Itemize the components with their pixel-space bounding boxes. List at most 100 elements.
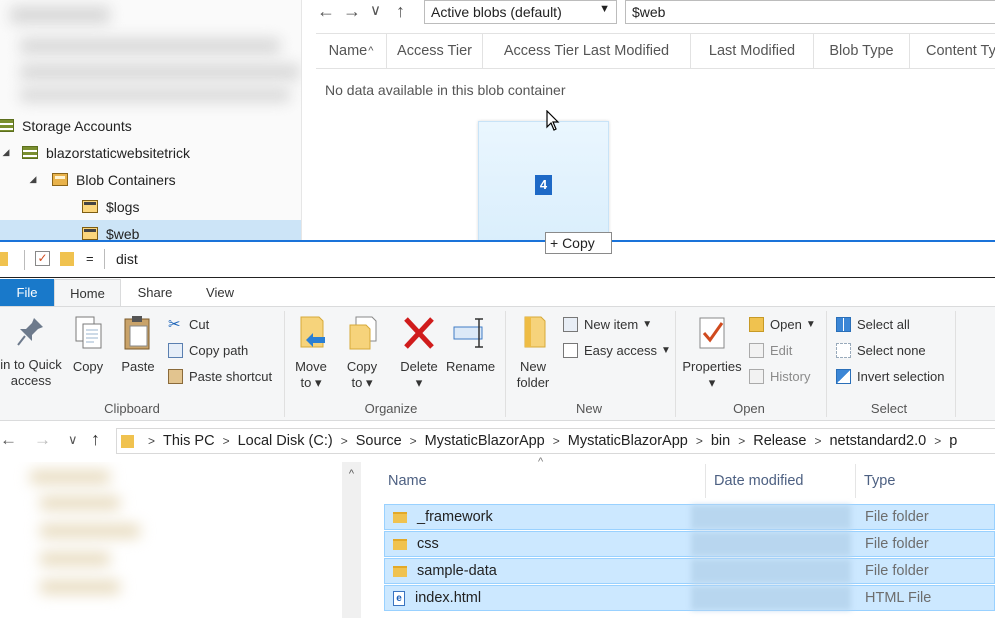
back-icon[interactable]: ←	[0, 430, 17, 450]
file-type: File folder	[865, 509, 929, 525]
recent-locations-icon[interactable]: ∨	[68, 432, 78, 448]
chevron-down-icon: ▾	[708, 375, 716, 390]
tree-item-web[interactable]: $web	[0, 220, 301, 240]
invert-selection-icon	[836, 369, 851, 384]
breadcrumb-item[interactable]: p	[949, 433, 957, 449]
forward-icon[interactable]: →	[343, 0, 361, 22]
column-header-content-type[interactable]: Content Ty	[910, 34, 995, 68]
open-button[interactable]: Open ▼	[749, 317, 816, 332]
move-to-button[interactable]: Move to ▾	[289, 315, 333, 391]
file-name: index.html	[415, 590, 482, 606]
expand-toggle-icon[interactable]: ◢	[27, 174, 39, 185]
column-header-access-tier-modified[interactable]: Access Tier Last Modified	[483, 34, 691, 68]
blurred-tree-item	[20, 88, 290, 102]
select-all-button[interactable]: Select all	[836, 317, 910, 332]
history-dropdown-icon[interactable]: ∨	[370, 0, 381, 22]
file-type: File folder	[865, 536, 929, 552]
tab-home[interactable]: Home	[54, 279, 121, 307]
blurred-nav-item	[40, 552, 110, 566]
column-header-type[interactable]: Type	[856, 464, 995, 498]
tree-item-blob-containers[interactable]: ◢ Blob Containers	[0, 166, 301, 193]
address-breadcrumb[interactable]: > This PC > Local Disk (C:) > Source > M…	[116, 428, 995, 454]
copy-to-button[interactable]: Copy to ▾	[340, 315, 384, 391]
breadcrumb-item[interactable]: MystaticBlazorApp	[425, 433, 545, 449]
forward-icon[interactable]: →	[34, 430, 51, 450]
breadcrumb-item[interactable]: Source	[356, 433, 402, 449]
storage-accounts-icon	[0, 119, 14, 132]
tab-share[interactable]: Share	[125, 279, 185, 307]
invert-selection-button[interactable]: Invert selection	[836, 369, 944, 384]
customize-dropdown-icon[interactable]: =	[86, 251, 94, 266]
breadcrumb-separator-icon: >	[222, 434, 230, 448]
tree-item-logs[interactable]: $logs	[0, 193, 301, 220]
new-folder-icon[interactable]	[60, 252, 74, 266]
copy-button[interactable]: Copy	[66, 315, 110, 375]
properties-checkbox-icon[interactable]: ✓	[35, 251, 50, 266]
properties-button[interactable]: Properties ▾	[680, 315, 744, 391]
navigation-pane	[0, 462, 362, 618]
breadcrumb-item[interactable]: netstandard2.0	[829, 433, 926, 449]
group-label-organize: Organize	[364, 401, 418, 416]
chevron-down-icon: ▼	[642, 319, 653, 330]
pin-to-quick-access-button[interactable]: in to Quick access	[0, 315, 62, 389]
blurred-tree-item	[10, 6, 110, 24]
copy-icon	[75, 316, 102, 349]
column-header-name[interactable]: Name ^	[384, 456, 706, 498]
copy-path-button[interactable]: Copy path	[168, 343, 248, 358]
tree-item-storage-accounts[interactable]: Storage Accounts	[0, 112, 301, 139]
breadcrumb-separator-icon: >	[934, 434, 942, 448]
easy-access-button[interactable]: Easy access ▼	[563, 343, 671, 358]
history-button[interactable]: History	[749, 369, 810, 384]
column-header-date-modified[interactable]: Date modified	[706, 464, 856, 498]
paste-button[interactable]: Paste	[116, 315, 160, 375]
file-row[interactable]: e index.html HTML File	[384, 585, 995, 611]
paste-shortcut-button[interactable]: Paste shortcut	[168, 369, 272, 384]
back-icon[interactable]: ←	[317, 0, 335, 22]
delete-button[interactable]: Delete ▾	[396, 315, 442, 391]
breadcrumb-item[interactable]: Release	[753, 433, 806, 449]
tree-label: Storage Accounts	[22, 117, 132, 134]
tab-file[interactable]: File	[0, 279, 54, 307]
column-header-access-tier[interactable]: Access Tier	[387, 34, 483, 68]
window-title: dist	[116, 251, 138, 267]
breadcrumb-item[interactable]: bin	[711, 433, 730, 449]
column-header-last-modified[interactable]: Last Modified	[691, 34, 814, 68]
copy-to-icon	[349, 316, 377, 350]
column-header-name[interactable]: Name ^	[316, 34, 387, 68]
separator	[104, 249, 105, 269]
tab-view[interactable]: View	[190, 279, 250, 307]
drag-copy-tooltip: + Copy	[545, 232, 612, 254]
window-border	[0, 240, 995, 242]
cut-button[interactable]: ✂ Cut	[168, 317, 209, 332]
container-path-input[interactable]: $web	[625, 0, 995, 24]
breadcrumb-item[interactable]: This PC	[163, 433, 215, 449]
file-row[interactable]: css File folder	[384, 531, 995, 557]
blob-container-icon	[82, 200, 98, 213]
history-icon	[749, 369, 764, 384]
edit-button[interactable]: Edit	[749, 343, 792, 358]
column-header-blob-type[interactable]: Blob Type	[814, 34, 910, 68]
new-folder-button[interactable]: New folder	[510, 315, 556, 391]
up-icon[interactable]: ↑	[91, 429, 100, 450]
breadcrumb-item[interactable]: Local Disk (C:)	[238, 433, 333, 449]
select-none-button[interactable]: Select none	[836, 343, 926, 358]
breadcrumb-item[interactable]: MystaticBlazorApp	[568, 433, 688, 449]
blurred-nav-item	[40, 524, 140, 538]
file-row[interactable]: _framework File folder	[384, 504, 995, 530]
rename-button[interactable]: Rename	[446, 315, 495, 375]
file-row[interactable]: sample-data File folder	[384, 558, 995, 584]
expand-toggle-icon[interactable]: ◢	[0, 147, 12, 158]
tree-label: blazorstaticwebsitetrick	[46, 144, 190, 161]
address-bar-row: ← → ∨ ↑ > This PC > Local Disk (C:) > So…	[0, 426, 995, 456]
select-all-icon	[836, 317, 851, 332]
new-item-button[interactable]: New item ▼	[563, 317, 652, 332]
tree-item-account[interactable]: ◢ blazorstaticwebsitetrick	[0, 139, 301, 166]
select-none-icon	[836, 343, 851, 358]
up-icon[interactable]: ↑	[396, 0, 405, 22]
scroll-up-icon[interactable]: ^	[342, 468, 361, 480]
nav-scrollbar[interactable]: ^	[342, 462, 361, 618]
blob-view-select[interactable]: Active blobs (default) ▼	[424, 0, 617, 24]
file-explorer-window: ✓ = dist File Home Share View in to Quic…	[0, 242, 995, 618]
group-label-open: Open	[733, 401, 765, 416]
blurred-nav-item	[40, 496, 120, 510]
